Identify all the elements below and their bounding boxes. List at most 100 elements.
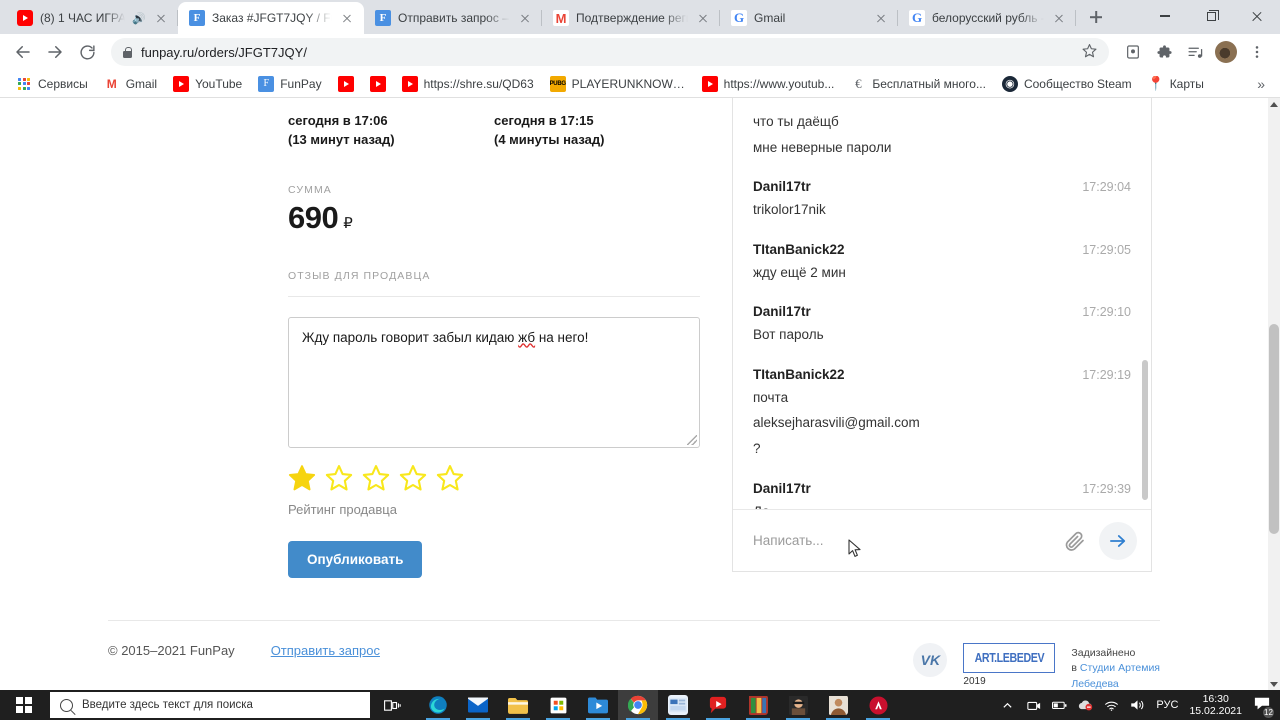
star-4-empty[interactable] (399, 464, 427, 492)
page-scrollbar[interactable] (1268, 98, 1280, 690)
screen-capture-icon[interactable] (1026, 698, 1041, 713)
chat-scrollbar-thumb[interactable] (1142, 360, 1148, 500)
bookmark-youtube[interactable]: YouTube (166, 73, 249, 95)
bookmark-maps[interactable]: 📍 Карты (1141, 73, 1211, 95)
new-tab-button[interactable] (1082, 3, 1110, 31)
message-line: Да (753, 502, 1131, 510)
tab-close-icon[interactable] (1051, 10, 1067, 26)
lebedev-logo-block[interactable]: ART.LEBEDEV 2019 (963, 642, 1056, 687)
vk-icon[interactable]: VK (913, 642, 948, 677)
mail-icon (468, 695, 488, 715)
browser-tab-2[interactable]: F Отправить запрос – FunPay (364, 2, 542, 34)
tab-audio-icon[interactable]: 🔊 (132, 12, 146, 25)
star-1-filled[interactable] (288, 464, 316, 492)
bookmark-shre-su[interactable]: https://shre.su/QD63 (395, 73, 541, 95)
bookmark-youtube-3[interactable] (363, 73, 393, 95)
taskbar-clock[interactable]: 16:30 15.02.2021 (1189, 693, 1242, 717)
browser-tab-4[interactable]: G Gmail (720, 2, 898, 34)
bookmark-youtube-4[interactable]: https://www.youtub... (695, 73, 842, 95)
scroll-up-arrow-icon[interactable] (1268, 98, 1280, 110)
language-indicator[interactable]: РУС (1156, 699, 1178, 711)
bookmark-funpay[interactable]: F FunPay (251, 73, 328, 95)
support-request-link[interactable]: Отправить запрос (271, 643, 380, 658)
tab-title: Подтверждение регис (576, 11, 688, 25)
task-view-button[interactable] (370, 690, 414, 720)
taskbar-app-avira[interactable] (858, 690, 898, 720)
browser-tab-0[interactable]: (8) 1 ЧАС ИГРАЮ В 🔊 (6, 2, 178, 34)
taskbar-search-box[interactable]: Введите здесь текст для поиска (50, 692, 370, 718)
message-author[interactable]: Danil17tr (753, 304, 811, 319)
star-2-empty[interactable] (325, 464, 353, 492)
scroll-down-arrow-icon[interactable] (1268, 678, 1280, 690)
bookmark-steam-community[interactable]: ◉ Сообщество Steam (995, 73, 1139, 95)
chrome-menu-button[interactable] (1242, 37, 1272, 67)
bookmark-free-money[interactable]: € Бесплатный много... (843, 73, 993, 95)
lebedev-studio-link-2[interactable]: Лебедева (1071, 678, 1118, 690)
onedrive-status-icon[interactable] (1078, 698, 1093, 713)
bookmark-services[interactable]: Сервисы (9, 73, 95, 95)
tray-expand-chevron-icon[interactable] (1000, 698, 1015, 713)
tab-close-icon[interactable] (153, 10, 169, 26)
message-author[interactable]: TItanBanick22 (753, 367, 845, 382)
tab-close-icon[interactable] (517, 10, 533, 26)
tab-close-icon[interactable] (873, 10, 889, 26)
lock-icon (123, 46, 132, 58)
review-textarea[interactable]: Жду пароль говорит забыл кидаю жб на нег… (288, 316, 700, 448)
star-3-empty[interactable] (362, 464, 390, 492)
star-5-empty[interactable] (436, 464, 464, 492)
taskbar-app-file-explorer[interactable] (498, 690, 538, 720)
taskbar-app-winrar[interactable] (738, 690, 778, 720)
taskbar-app-photo-2[interactable] (818, 690, 858, 720)
forward-button[interactable] (40, 37, 70, 67)
start-button[interactable] (0, 690, 48, 720)
taskbar-app-photo-1[interactable] (778, 690, 818, 720)
gmail-icon: M (103, 75, 120, 92)
browser-tab-3[interactable]: M Подтверждение регис (542, 2, 720, 34)
bookmark-youtube-2[interactable] (331, 73, 361, 95)
wifi-icon[interactable] (1104, 698, 1119, 713)
volume-icon[interactable] (1130, 698, 1145, 713)
notification-center-button[interactable]: 12 (1253, 696, 1275, 719)
tab-close-icon[interactable] (339, 10, 355, 26)
message-header: Danil17tr 17:29:04 (753, 179, 1131, 194)
browser-tab-1[interactable]: F Заказ #JFGT7JQY / FunPay (178, 2, 364, 34)
media-list-icon[interactable] (1180, 37, 1210, 67)
bookmark-pubg[interactable]: PUBG PLAYERUNKNOWN'... (543, 73, 693, 95)
paperclip-icon[interactable] (1057, 524, 1091, 558)
address-bar[interactable]: funpay.ru/orders/JFGT7JQY/ (111, 38, 1109, 66)
message-author[interactable]: Danil17tr (753, 481, 811, 496)
taskbar-app-microsoft-store[interactable] (538, 690, 578, 720)
bookmark-star-icon[interactable] (1082, 43, 1097, 61)
bookmark-label: Сервисы (38, 76, 88, 91)
lebedev-studio-link[interactable]: Студии Артемия (1080, 662, 1160, 674)
taskbar-app-presentation[interactable] (658, 690, 698, 720)
reload-button[interactable] (72, 37, 102, 67)
youtube-music-icon (708, 695, 728, 715)
back-button[interactable] (8, 37, 38, 67)
maximize-button[interactable] (1188, 0, 1234, 32)
publish-button[interactable]: Опубликовать (288, 540, 423, 578)
browser-tab-5[interactable]: G белорусский рубль - По (898, 2, 1076, 34)
battery-icon[interactable] (1052, 698, 1067, 713)
chat-messages-list[interactable]: что ты даёщб мне неверные пароли Danil17… (733, 98, 1151, 509)
taskbar-app-media-player[interactable] (578, 690, 618, 720)
message-author[interactable]: TItanBanick22 (753, 242, 845, 257)
bookmark-gmail[interactable]: M Gmail (97, 73, 164, 95)
reading-list-icon[interactable] (1118, 37, 1148, 67)
send-message-button[interactable] (1099, 521, 1137, 560)
extensions-puzzle-icon[interactable] (1149, 37, 1179, 67)
close-window-button[interactable] (1234, 0, 1280, 32)
taskbar-app-chrome[interactable] (618, 690, 658, 720)
taskbar-app-youtube-music[interactable] (698, 690, 738, 720)
rating-stars[interactable] (288, 464, 700, 492)
profile-avatar-button[interactable] (1211, 37, 1241, 67)
tab-close-icon[interactable] (695, 10, 711, 26)
message-author[interactable]: Danil17tr (753, 179, 811, 194)
bookmarks-overflow-button[interactable]: » (1251, 76, 1271, 92)
avira-icon (868, 695, 888, 715)
page-scrollbar-thumb[interactable] (1269, 324, 1279, 534)
minimize-button[interactable] (1142, 0, 1188, 32)
taskbar-app-mail[interactable] (458, 690, 498, 720)
chat-message-input[interactable] (753, 533, 1049, 548)
taskbar-app-edge[interactable] (418, 690, 458, 720)
